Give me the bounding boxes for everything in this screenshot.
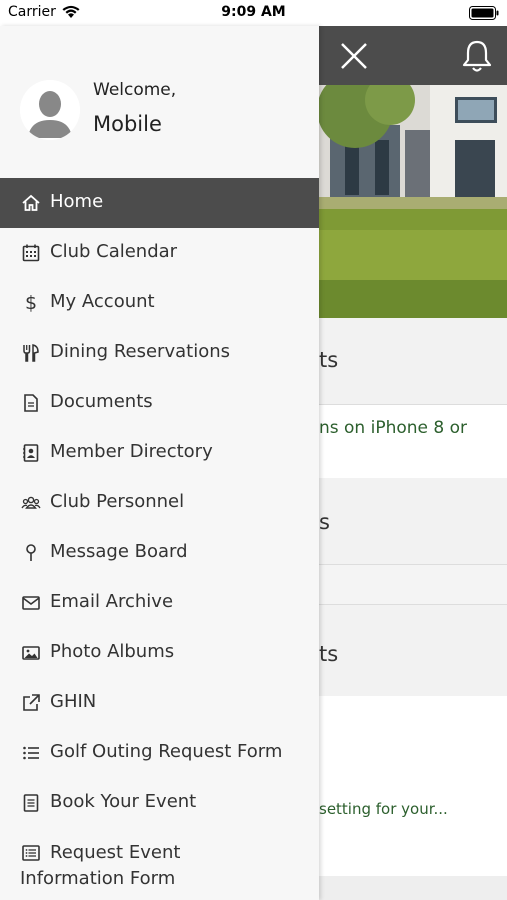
clock: 9:09 AM	[221, 4, 286, 20]
pin-icon	[26, 544, 36, 561]
battery-icon	[469, 6, 499, 20]
nav-item-request-event-information-form[interactable]: Request Event Information Form	[0, 828, 319, 889]
news-item-text: ns on iPhone 8 or	[319, 418, 468, 438]
nav-item-ghin[interactable]: GHIN	[0, 678, 319, 728]
email-icon	[22, 596, 40, 610]
home-icon	[22, 194, 40, 211]
nav-label: Home	[50, 191, 104, 212]
dollar-icon: $	[24, 292, 38, 314]
user-name: Mobile	[93, 112, 162, 136]
photo-icon	[22, 646, 40, 660]
nav-item-my-account[interactable]: $ My Account	[0, 278, 319, 328]
document-icon	[24, 394, 38, 412]
external-link-icon	[23, 694, 40, 711]
nav-label: Club Personnel	[50, 491, 185, 512]
welcome-label: Welcome,	[93, 80, 177, 100]
event-teaser-text: setting for your...	[319, 800, 448, 818]
nav-label: Club Calendar	[50, 241, 178, 262]
nav-item-book-your-event[interactable]: Book Your Event	[0, 778, 319, 828]
nav-item-dining-reservations[interactable]: Dining Reservations	[0, 328, 319, 378]
nav-label: Documents	[50, 391, 153, 412]
nav-item-member-directory[interactable]: Member Directory	[0, 428, 319, 478]
nav-drawer: Welcome, Mobile Home Club Calendar $ My …	[0, 26, 319, 900]
nav-item-documents[interactable]: Documents	[0, 378, 319, 428]
nav-item-home[interactable]: Home	[0, 178, 319, 228]
nav-label: Photo Albums	[50, 641, 175, 662]
nav-label: Request Event Information Form	[20, 842, 181, 889]
nav-item-email-archive[interactable]: Email Archive	[0, 578, 319, 628]
calendar-icon	[22, 244, 40, 262]
dining-icon	[23, 344, 39, 362]
nav-item-photo-albums[interactable]: Photo Albums	[0, 628, 319, 678]
nav-label: Email Archive	[50, 591, 174, 612]
user-silhouette-icon	[20, 80, 80, 140]
section-title-1: ts	[319, 348, 339, 372]
nav-item-message-board[interactable]: Message Board	[0, 528, 319, 578]
close-icon[interactable]	[336, 38, 372, 74]
nav-label: Book Your Event	[50, 791, 197, 812]
section-title-2: s	[319, 510, 330, 534]
nav-item-club-personnel[interactable]: Club Personnel	[0, 478, 319, 528]
nav-item-golf-outing-request-form[interactable]: Golf Outing Request Form	[0, 728, 319, 778]
people-icon	[21, 496, 41, 509]
nav-label: Golf Outing Request Form	[50, 741, 283, 762]
nav-label: Member Directory	[50, 441, 213, 462]
avatar[interactable]	[20, 80, 80, 140]
nav-label: My Account	[50, 291, 155, 312]
nav-label: Dining Reservations	[50, 341, 230, 362]
status-bar: Carrier 9:09 AM	[0, 0, 507, 26]
section-title-3: ts	[319, 642, 339, 666]
directory-icon	[23, 444, 39, 462]
nav-label: Message Board	[50, 541, 188, 562]
bell-icon[interactable]	[460, 38, 494, 74]
nav-item-club-calendar[interactable]: Club Calendar	[0, 228, 319, 278]
form-icon	[23, 794, 39, 812]
nav-label: GHIN	[50, 691, 97, 712]
list-icon	[23, 746, 39, 760]
